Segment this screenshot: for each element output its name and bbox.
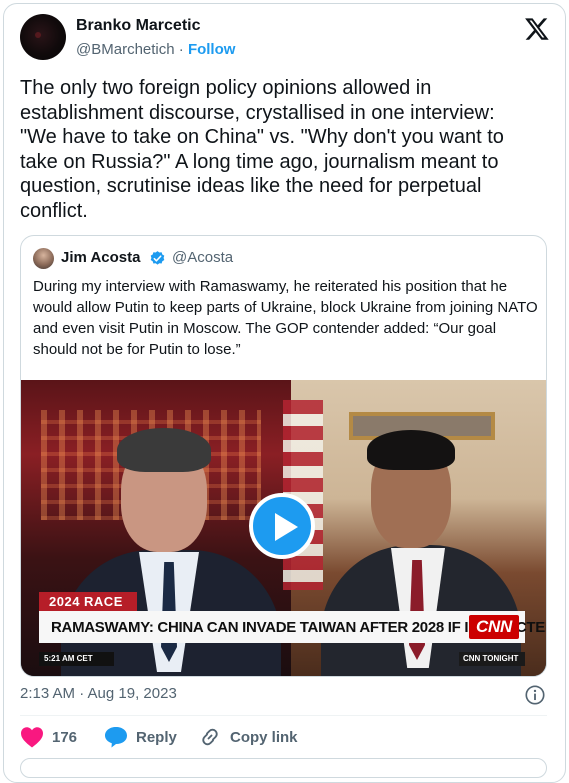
verified-badge-icon xyxy=(150,251,165,265)
x-logo-icon[interactable] xyxy=(524,16,550,42)
info-icon[interactable] xyxy=(524,684,546,706)
heart-icon xyxy=(21,727,43,748)
play-icon xyxy=(275,513,298,541)
author-name[interactable]: Branko Marcetic xyxy=(76,17,201,35)
read-replies-button[interactable] xyxy=(20,758,547,778)
quoted-author-name[interactable]: Jim Acosta xyxy=(61,249,140,266)
race-tag: 2024 RACE xyxy=(39,592,137,611)
tweet-timestamp[interactable]: 2:13 AM · Aug 19, 2023 xyxy=(20,685,177,702)
like-button[interactable]: 176 xyxy=(20,725,77,749)
quoted-avatar[interactable] xyxy=(33,248,54,269)
tweet-text: The only two foreign policy opinions all… xyxy=(20,77,504,222)
news-chyron: RAMASWAMY: CHINA CAN INVADE TAIWAN AFTER… xyxy=(39,611,546,643)
copy-link-button[interactable]: Copy link xyxy=(198,725,298,749)
copy-link-label: Copy link xyxy=(230,728,298,746)
guest-hair xyxy=(367,430,455,470)
show-bug: CNN TONIGHT xyxy=(459,652,525,666)
anchor-hair xyxy=(117,428,211,472)
link-icon xyxy=(202,728,218,746)
reply-button[interactable]: Reply xyxy=(104,725,177,749)
video-player[interactable]: 2024 RACE RAMASWAMY: CHINA CAN INVADE TA… xyxy=(21,380,546,676)
play-button[interactable] xyxy=(249,493,315,559)
cnn-logo: CNN xyxy=(469,615,519,639)
like-count: 176 xyxy=(52,728,78,746)
author-handle-line: @BMarchetich · Follow xyxy=(76,41,235,58)
divider xyxy=(20,715,547,716)
reply-label: Reply xyxy=(136,728,177,746)
follow-button[interactable]: Follow xyxy=(188,41,236,58)
handle-separator: · xyxy=(178,41,184,58)
author-avatar[interactable] xyxy=(20,14,66,60)
tweet-header: Branko Marcetic @BMarchetich · Follow xyxy=(20,14,550,66)
quoted-text: During my interview with Ramaswamy, he r… xyxy=(33,278,538,358)
action-bar: 176 Reply Copy link xyxy=(20,725,547,749)
reply-bubble-icon xyxy=(105,727,127,748)
author-handle[interactable]: @BMarchetich xyxy=(76,41,175,58)
time-bug: 5:21 AM CET xyxy=(39,652,114,666)
quoted-author-handle[interactable]: @Acosta xyxy=(172,249,233,266)
quoted-tweet[interactable]: Jim Acosta @Acosta During my interview w… xyxy=(20,235,547,677)
